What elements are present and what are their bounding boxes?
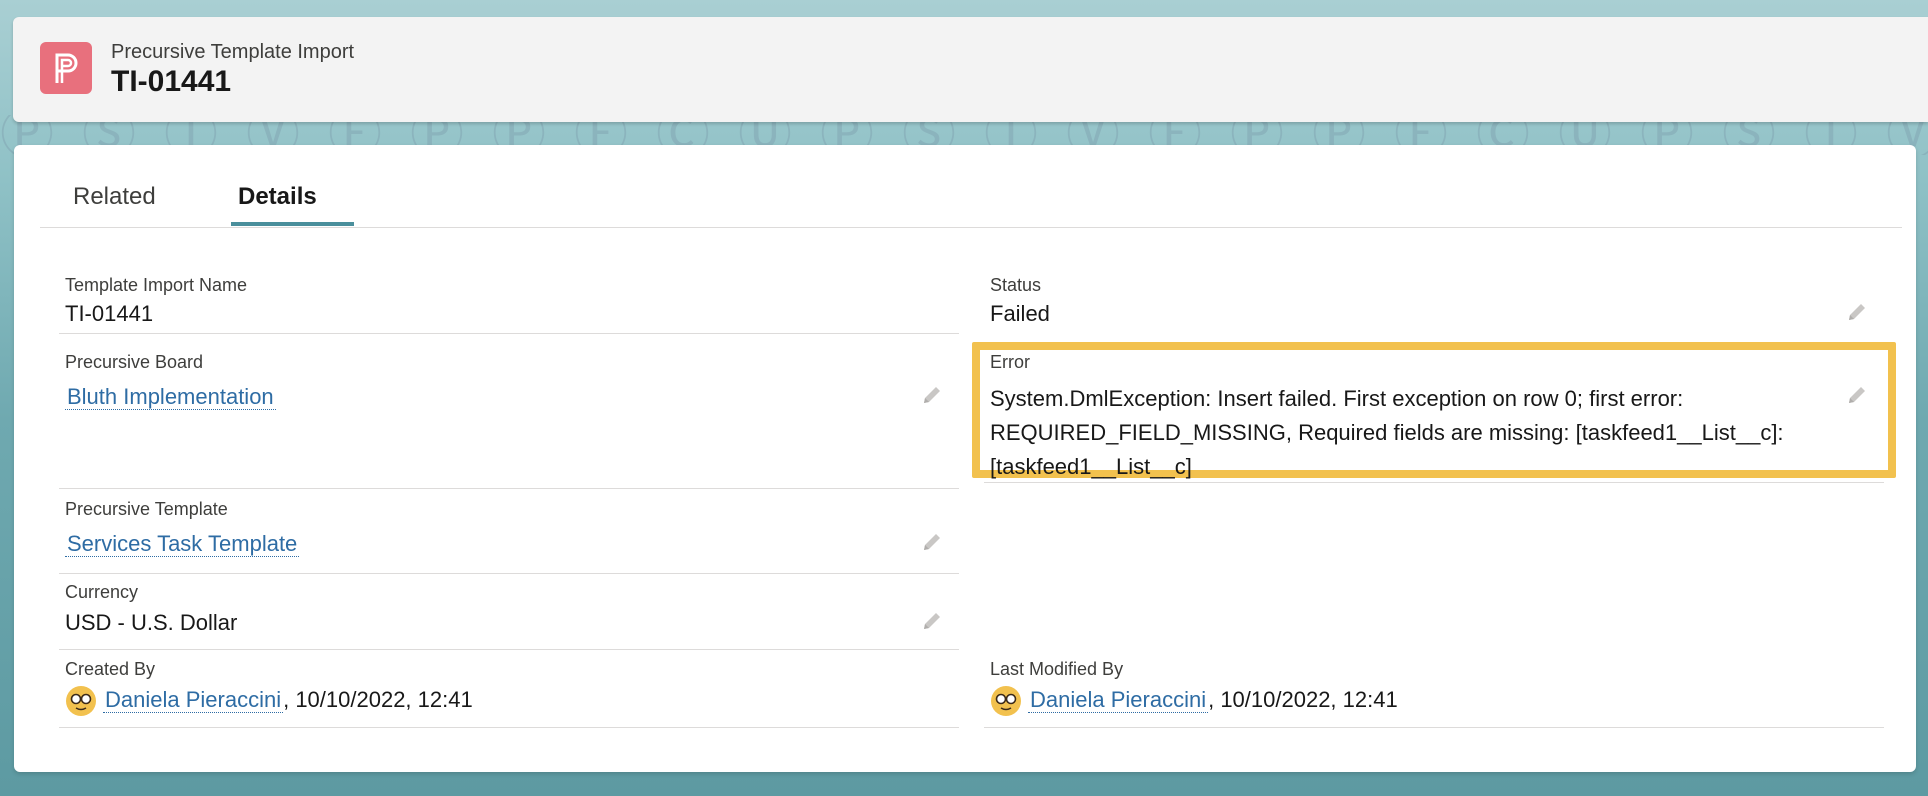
field-last-modified-by: Last Modified By Daniela Pieraccini, 10/… bbox=[984, 659, 1884, 739]
user-avatar-icon bbox=[66, 686, 96, 716]
field-label: Last Modified By bbox=[990, 659, 1124, 679]
field-value: Failed bbox=[990, 301, 1050, 326]
edit-pencil-icon[interactable] bbox=[921, 531, 943, 553]
last-modified-date: , 10/10/2022, 12:41 bbox=[1208, 686, 1398, 712]
precursive-template-link[interactable]: Services Task Template bbox=[65, 531, 300, 557]
precursive-board-link[interactable]: Bluth Implementation bbox=[65, 384, 276, 410]
divider bbox=[59, 727, 959, 728]
field-label: Precursive Board bbox=[65, 352, 204, 372]
object-label: Precursive Template Import bbox=[111, 41, 355, 63]
divider bbox=[59, 573, 959, 574]
field-label: Created By bbox=[65, 659, 156, 679]
last-modified-by-user-link[interactable]: Daniela Pieraccini bbox=[1028, 686, 1209, 713]
field-label: Currency bbox=[65, 582, 139, 602]
field-label: Error bbox=[990, 352, 1030, 372]
error-message: System.DmlException: Insert failed. Firs… bbox=[990, 386, 1784, 479]
tab-related[interactable]: Related bbox=[73, 183, 156, 211]
field-label: Status bbox=[990, 275, 1042, 295]
edit-pencil-icon[interactable] bbox=[921, 384, 943, 406]
divider bbox=[984, 727, 1884, 728]
created-date: , 10/10/2022, 12:41 bbox=[283, 686, 473, 712]
divider bbox=[59, 333, 959, 334]
field-value: TI-01441 bbox=[65, 301, 154, 326]
tab-details[interactable]: Details bbox=[238, 183, 317, 211]
divider bbox=[59, 488, 959, 489]
record-title: TI-01441 bbox=[111, 65, 232, 98]
divider bbox=[59, 649, 959, 650]
tab-bar: Related Details bbox=[40, 145, 1902, 228]
details-card: Related Details Template Import Name TI-… bbox=[14, 145, 1916, 772]
edit-pencil-icon[interactable] bbox=[1846, 384, 1868, 406]
active-tab-indicator bbox=[231, 222, 354, 226]
created-by-user-link[interactable]: Daniela Pieraccini bbox=[103, 686, 284, 713]
field-created-by: Created By Daniela Pieraccini, 10/10/202… bbox=[59, 659, 959, 739]
record-header: Precursive Template Import TI-01441 bbox=[13, 17, 1928, 122]
field-label: Precursive Template bbox=[65, 499, 228, 519]
field-label: Template Import Name bbox=[65, 275, 248, 295]
edit-pencil-icon[interactable] bbox=[1846, 301, 1868, 323]
precursive-logo-icon bbox=[40, 42, 92, 94]
edit-pencil-icon[interactable] bbox=[921, 610, 943, 632]
field-status: Status Failed bbox=[984, 275, 1884, 335]
field-precursive-board: Precursive Board Bluth Implementation bbox=[59, 352, 959, 492]
field-value: USD - U.S. Dollar bbox=[65, 610, 238, 635]
field-currency: Currency USD - U.S. Dollar bbox=[59, 582, 959, 662]
user-avatar-icon bbox=[991, 686, 1021, 716]
field-precursive-template: Precursive Template Services Task Templa… bbox=[59, 499, 959, 579]
